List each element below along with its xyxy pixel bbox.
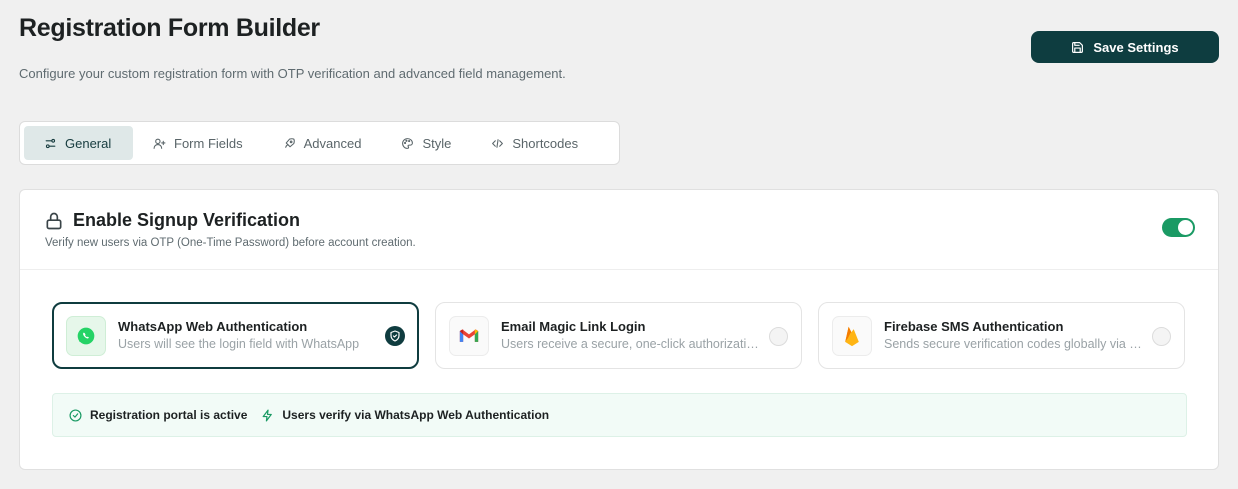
auth-methods: WhatsApp Web Authentication Users will s… [52, 302, 1185, 369]
check-circle-icon [69, 408, 82, 422]
method-title: Firebase SMS Authentication [884, 319, 1064, 334]
method-title: Email Magic Link Login [501, 319, 646, 334]
tab-advanced[interactable]: Advanced [263, 126, 382, 160]
tab-label: Style [422, 135, 452, 151]
method-description: Users will see the login field with What… [118, 337, 360, 351]
signup-verification-card: Enable Signup Verification Verify new us… [19, 189, 1219, 470]
tab-style[interactable]: Style [381, 126, 471, 160]
method-icon-box [832, 316, 872, 356]
whatsapp-icon [77, 327, 95, 345]
method-whatsapp[interactable]: WhatsApp Web Authentication Users will s… [52, 302, 419, 369]
tab-label: Advanced [303, 135, 362, 151]
status-bar: Registration portal is active Users veri… [52, 393, 1187, 437]
tab-label: Shortcodes [512, 135, 579, 151]
shield-check-icon [390, 330, 400, 342]
save-settings-button[interactable]: Save Settings [1031, 31, 1219, 63]
card-title: Enable Signup Verification [44, 210, 300, 231]
method-description: Sends secure verification codes globally… [884, 337, 1144, 351]
card-description: Verify new users via OTP (One-Time Passw… [45, 237, 416, 249]
page-title: Registration Form Builder [19, 14, 320, 42]
firebase-icon [845, 326, 859, 347]
status-active: Registration portal is active [69, 408, 247, 422]
tab-label: General [65, 135, 112, 151]
tab-shortcodes[interactable]: Shortcodes [471, 126, 598, 160]
tab-label: Form Fields [174, 135, 243, 151]
method-description: Users receive a secure, one-click author… [501, 337, 761, 351]
save-settings-label: Save Settings [1093, 39, 1179, 55]
user-plus-icon [153, 138, 166, 149]
sliders-icon [45, 138, 56, 148]
gmail-icon [459, 329, 479, 342]
method-radio[interactable] [769, 327, 788, 346]
method-icon-box [449, 316, 489, 356]
card-title-text: Enable Signup Verification [73, 210, 301, 230]
lock-icon [46, 212, 62, 229]
toggle-knob [1178, 220, 1193, 235]
method-radio[interactable] [1152, 327, 1171, 346]
method-icon-box [66, 316, 106, 356]
palette-icon [402, 137, 414, 149]
lightning-icon [262, 408, 273, 422]
tab-bar: General Form Fields Advanced Style Short… [19, 121, 620, 165]
selected-badge [385, 326, 405, 346]
enable-verification-toggle[interactable] [1162, 218, 1195, 237]
save-icon [1072, 41, 1084, 53]
method-firebase-sms[interactable]: Firebase SMS Authentication Sends secure… [818, 302, 1185, 369]
rocket-icon [284, 137, 295, 148]
tab-form-fields[interactable]: Form Fields [133, 126, 263, 160]
status-active-text: Registration portal is active [90, 408, 248, 422]
method-email-magic-link[interactable]: Email Magic Link Login Users receive a s… [435, 302, 802, 369]
status-verify-text: Users verify via WhatsApp Web Authentica… [282, 408, 550, 422]
page-subtitle: Configure your custom registration form … [19, 66, 566, 81]
status-verify: Users verify via WhatsApp Web Authentica… [261, 408, 549, 422]
tab-general[interactable]: General [24, 126, 133, 160]
card-header: Enable Signup Verification Verify new us… [20, 190, 1218, 270]
code-icon [492, 138, 504, 148]
method-title: WhatsApp Web Authentication [118, 319, 308, 334]
